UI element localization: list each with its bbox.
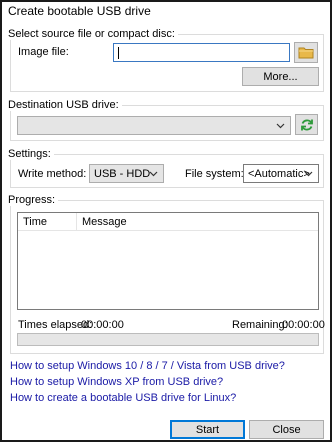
progress-log-list[interactable]: Time Message (17, 212, 319, 310)
image-file-label: Image file: (18, 46, 69, 58)
start-button[interactable]: Start (170, 420, 245, 439)
write-method-value: USB - HDD (94, 167, 151, 180)
link-linux[interactable]: How to create a bootable USB drive for L… (10, 392, 236, 404)
text-caret (118, 47, 119, 59)
folder-icon (298, 47, 314, 59)
window-title: Create bootable USB drive (8, 4, 151, 18)
browse-image-button[interactable] (294, 42, 318, 63)
file-system-label: File system: (185, 168, 244, 180)
log-header: Time Message (18, 213, 318, 231)
column-divider[interactable] (76, 213, 77, 231)
progress-legend: Progress: (8, 194, 56, 206)
file-system-value: <Automatic> (248, 167, 310, 180)
elapsed-value: 00:00:00 (81, 319, 124, 331)
col-message-header[interactable]: Message (82, 216, 127, 228)
file-system-select[interactable]: <Automatic> (243, 164, 319, 183)
col-time-header[interactable]: Time (23, 216, 47, 228)
link-windows-10[interactable]: How to setup Windows 10 / 8 / 7 / Vista … (10, 360, 285, 372)
remaining-label: Remaining: (232, 319, 288, 331)
destination-legend: Destination USB drive: (8, 99, 119, 111)
refresh-drives-button[interactable] (295, 114, 318, 135)
chevron-down-icon (276, 123, 285, 129)
link-windows-xp[interactable]: How to setup Windows XP from USB drive? (10, 376, 223, 388)
image-file-input[interactable] (113, 43, 290, 62)
remaining-value: 00:00:00 (282, 319, 325, 331)
chevron-down-icon (149, 171, 158, 177)
destination-usb-select[interactable] (17, 116, 291, 135)
write-method-select[interactable]: USB - HDD (89, 164, 164, 183)
refresh-icon (300, 119, 313, 130)
create-usb-dialog: Create bootable USB drive Select source … (0, 0, 332, 442)
settings-legend: Settings: (8, 148, 51, 160)
close-button[interactable]: Close (249, 420, 324, 439)
more-button[interactable]: More... (242, 67, 319, 86)
write-method-label: Write method: (18, 168, 87, 180)
chevron-down-icon (304, 171, 313, 177)
progress-bar (17, 333, 319, 346)
source-legend: Select source file or compact disc: (8, 28, 175, 40)
